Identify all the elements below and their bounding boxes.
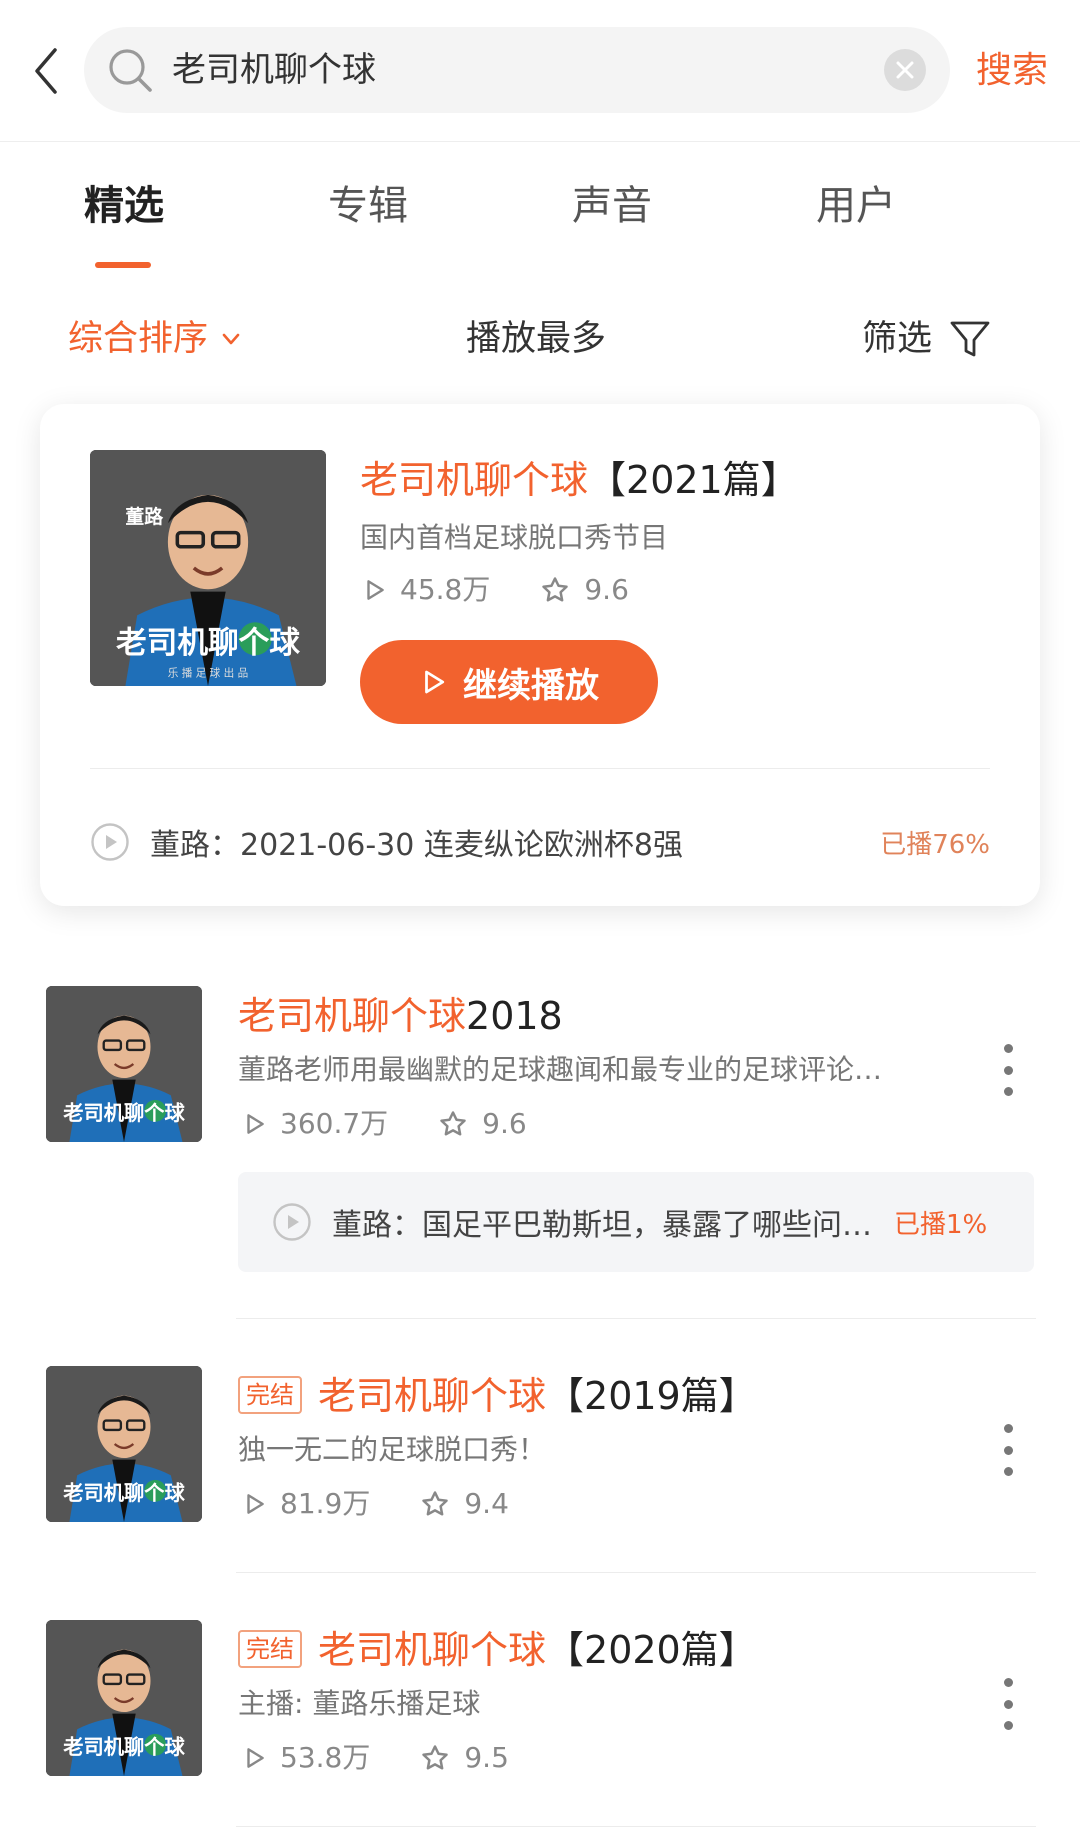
album-title-keyword: 老司机聊个球 [318,1374,547,1418]
album-title-rest: 【2020篇】 [546,1628,757,1672]
cover-name: 董路 [125,505,163,528]
list-item[interactable]: 老司机聊个球 完结 老司机聊个球【2019篇】 独一无二的足球脱口秀！ 81.9万… [0,1360,1080,1530]
chevron-left-icon [35,48,57,94]
cover-title: 老司机聊个球 [62,1735,185,1759]
last-played-episode[interactable]: 董路：2021-06-30 连麦纵论欧洲杯8强 已播76% [90,814,990,870]
album-cover: 老司机聊个球 乐 播 足 球 出 品 董路 [90,450,326,686]
play-count-icon [242,1745,268,1771]
album-cover: 老司机聊个球 [46,986,202,1142]
filter-button[interactable]: 筛选 [862,312,992,366]
album-stats: 53.8万 9.5 [242,1738,509,1778]
divider [90,768,990,769]
episode-title: 董路：国足平巴勒斯坦，暴露了哪些问… [332,1208,872,1243]
continue-play-label: 继续播放 [463,665,599,706]
album-title-keyword: 老司机聊个球 [238,994,467,1038]
search-query: 老司机聊个球 [172,50,376,90]
album-title-keyword: 老司机聊个球 [360,458,589,502]
clear-search-button[interactable] [884,49,926,91]
star-icon [438,1109,468,1139]
cover-title: 老司机聊个球 [62,1481,185,1505]
play-count-icon [242,1491,268,1517]
album-description: 主播: 董路乐播足球 [238,1687,481,1720]
list-item[interactable]: 老司机聊个球 完结 老司机聊个球【2020篇】 主播: 董路乐播足球 53.8万 … [0,1614,1080,1784]
star-icon [540,575,570,605]
sort-dropdown[interactable]: 综合排序 [68,312,244,366]
album-title-rest: 2018 [466,994,563,1038]
album-title-keyword: 老司机聊个球 [318,1628,547,1672]
play-count: 360.7万 [280,1107,389,1140]
completed-badge: 完结 [238,1375,302,1414]
search-header: 老司机聊个球 搜索 [0,0,1080,142]
album-description: 国内首档足球脱口秀节目 [360,521,669,554]
search-button[interactable]: 搜索 [976,44,1048,98]
sort-most-played[interactable]: 播放最多 [466,312,606,366]
album-title: 老司机聊个球【2021篇】 [360,454,799,506]
search-input[interactable]: 老司机聊个球 [84,27,950,113]
play-count: 81.9万 [280,1487,371,1520]
album-description: 董路老师用最幽默的足球趣闻和最专业的足球评论… [238,1053,883,1086]
more-options-button[interactable] [998,1678,1018,1730]
album-title: 老司机聊个球2018 [238,990,563,1042]
cover-image: 老司机聊个球 [46,986,202,1142]
divider [236,1318,1036,1319]
play-count: 53.8万 [280,1741,371,1774]
rating: 9.4 [464,1487,509,1520]
tab-featured[interactable]: 精选 [78,178,170,234]
cover-image: 老司机聊个球 [46,1620,202,1776]
play-count-icon [362,577,388,603]
play-count: 45.8万 [400,573,491,606]
cover-title: 老司机聊个球 [116,626,300,661]
active-tab-indicator [95,262,151,268]
episode-progress: 已播76% [880,829,990,860]
album-stats: 45.8万 9.6 [362,570,629,610]
last-played-episode[interactable]: 董路：国足平巴勒斯坦，暴露了哪些问… 已播1% [238,1172,1034,1272]
cover-image: 老司机聊个球 乐 播 足 球 出 品 董路 [90,450,326,686]
album-title-rest: 【2019篇】 [546,1374,757,1418]
tab-sounds[interactable]: 声音 [566,178,658,234]
album-cover: 老司机聊个球 [46,1366,202,1522]
list-item[interactable]: 老司机聊个球 老司机聊个球2018 董路老师用最幽默的足球趣闻和最专业的足球评论… [0,980,1080,1280]
play-icon [419,667,449,697]
tab-albums[interactable]: 专辑 [322,178,414,234]
divider [236,1572,1036,1573]
rating: 9.6 [584,573,629,606]
more-options-button[interactable] [998,1044,1018,1096]
album-stats: 81.9万 9.4 [242,1484,509,1524]
search-icon [109,49,152,92]
album-title: 完结 老司机聊个球【2019篇】 [238,1370,757,1422]
more-options-button[interactable] [998,1424,1018,1476]
circle-play-icon [90,822,130,862]
album-cover: 老司机聊个球 [46,1620,202,1776]
tab-users[interactable]: 用户 [810,178,902,234]
filter-label: 筛选 [862,319,933,359]
filter-icon [950,321,990,357]
cover-image: 老司机聊个球 [46,1366,202,1522]
close-icon [896,61,914,79]
album-stats: 360.7万 9.6 [242,1104,527,1144]
featured-album-card[interactable]: 老司机聊个球 乐 播 足 球 出 品 董路 老司机聊个球【2021篇】 国内首档… [40,404,1040,906]
album-description: 独一无二的足球脱口秀！ [238,1433,547,1466]
divider [236,1826,1036,1827]
play-count-icon [242,1111,268,1137]
episode-progress: 已播1% [894,1209,988,1240]
star-icon [420,1743,450,1773]
chevron-down-icon [222,333,240,345]
rating: 9.5 [464,1741,509,1774]
rating: 9.6 [482,1107,527,1140]
back-button[interactable] [22,44,70,98]
star-icon [420,1489,450,1519]
completed-badge: 完结 [238,1629,302,1668]
cover-subtitle: 乐 播 足 球 出 品 [168,667,249,680]
continue-play-button[interactable]: 继续播放 [360,640,658,724]
cover-title: 老司机聊个球 [62,1101,185,1125]
album-title-rest: 【2021篇】 [588,458,799,502]
circle-play-icon [272,1202,312,1242]
album-title: 完结 老司机聊个球【2020篇】 [238,1624,757,1676]
episode-title: 董路：2021-06-30 连麦纵论欧洲杯8强 [150,828,683,863]
sort-label: 综合排序 [68,319,209,359]
